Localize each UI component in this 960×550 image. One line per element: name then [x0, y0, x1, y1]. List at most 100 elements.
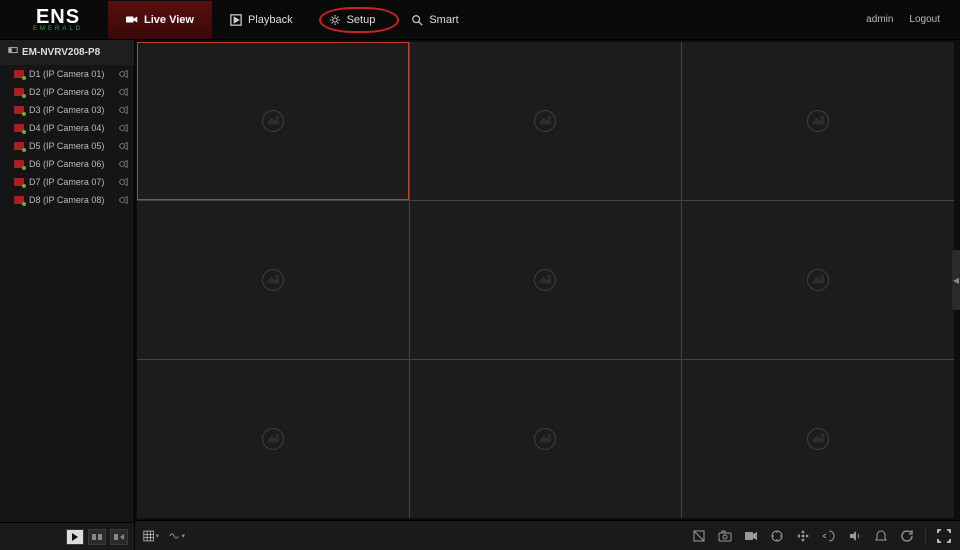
video-cell[interactable]	[682, 360, 954, 518]
toolbar-left: ▾ ▾	[143, 528, 185, 544]
layout-grid-button[interactable]: ▾	[143, 528, 159, 544]
watermark-icon	[804, 266, 832, 294]
play-square-icon	[230, 14, 242, 26]
separator	[925, 528, 926, 544]
brand-logo: ENS EMERALD	[8, 8, 108, 32]
camera-icon	[126, 14, 138, 26]
watermark-icon	[531, 425, 559, 453]
zoom-button[interactable]	[795, 528, 811, 544]
refresh-button[interactable]	[899, 528, 915, 544]
nav-live-view[interactable]: Live View	[108, 1, 212, 39]
channel-item[interactable]: D1 (IP Camera 01)	[0, 65, 134, 83]
camera-status-icon	[14, 124, 24, 132]
gear-icon	[329, 14, 341, 26]
channel-item[interactable]: D2 (IP Camera 02)	[0, 83, 134, 101]
expand-panel-tab[interactable]: ◀	[952, 250, 960, 310]
device-icon	[8, 46, 18, 59]
nav-label: Live View	[144, 14, 194, 26]
main-area: ◀ ▾ ▾	[135, 40, 960, 550]
channel-item[interactable]: D7 (IP Camera 07)	[0, 173, 134, 191]
nav-playback[interactable]: Playback	[212, 1, 311, 39]
nav-label: Smart	[429, 14, 458, 26]
stream-sub-button[interactable]	[88, 529, 106, 545]
video-cell[interactable]	[137, 360, 409, 518]
video-cell[interactable]	[410, 360, 682, 518]
camera-status-icon	[14, 70, 24, 78]
sidebar: EM-NVRV208-P8 D1 (IP Camera 01) D2 (IP Ca…	[0, 40, 135, 550]
channel-label: D5 (IP Camera 05)	[29, 141, 113, 151]
channel-item[interactable]: D8 (IP Camera 08)	[0, 191, 134, 209]
magnify-icon	[411, 14, 423, 26]
play-all-button[interactable]	[66, 529, 84, 545]
camera-status-icon	[14, 196, 24, 204]
channel-label: D2 (IP Camera 02)	[29, 87, 113, 97]
channel-item[interactable]: D3 (IP Camera 03)	[0, 101, 134, 119]
channel-item[interactable]: D6 (IP Camera 06)	[0, 155, 134, 173]
camera-status-icon	[14, 88, 24, 96]
stream-toggle-button[interactable]: ▾	[169, 528, 185, 544]
video-cell[interactable]	[682, 201, 954, 359]
record-button[interactable]	[743, 528, 759, 544]
watermark-icon	[531, 107, 559, 135]
video-grid	[137, 42, 954, 518]
channel-label: D7 (IP Camera 07)	[29, 177, 113, 187]
device-header[interactable]: EM-NVRV208-P8	[0, 40, 134, 65]
watermark-icon	[804, 425, 832, 453]
brand-sub: EMERALD	[33, 26, 83, 32]
camera-status-icon	[14, 160, 24, 168]
watermark-icon	[259, 266, 287, 294]
video-cell[interactable]	[137, 201, 409, 359]
toolbar-right	[691, 528, 952, 544]
record-indicator-icon	[118, 87, 128, 97]
nav-label: Playback	[248, 14, 293, 26]
channel-label: D6 (IP Camera 06)	[29, 159, 113, 169]
channel-label: D1 (IP Camera 01)	[29, 69, 113, 79]
snapshot-button[interactable]	[717, 528, 733, 544]
record-indicator-icon	[118, 123, 128, 133]
watermark-icon	[531, 266, 559, 294]
camera-status-icon	[14, 106, 24, 114]
bottom-toolbar: ▾ ▾	[135, 520, 960, 550]
channel-item[interactable]: D5 (IP Camera 05)	[0, 137, 134, 155]
channel-label: D3 (IP Camera 03)	[29, 105, 113, 115]
nav-setup[interactable]: Setup	[311, 1, 394, 39]
logout-link[interactable]: Logout	[909, 14, 940, 25]
record-indicator-icon	[118, 69, 128, 79]
watermark-icon	[259, 425, 287, 453]
nav-smart[interactable]: Smart	[393, 1, 476, 39]
channel-label: D4 (IP Camera 04)	[29, 123, 113, 133]
video-cell[interactable]	[410, 42, 682, 200]
sidebar-footer	[0, 522, 134, 550]
record-indicator-icon	[118, 195, 128, 205]
user-name[interactable]: admin	[866, 14, 893, 25]
channel-item[interactable]: D4 (IP Camera 04)	[0, 119, 134, 137]
device-name: EM-NVRV208-P8	[22, 47, 100, 58]
top-bar: ENS EMERALD Live View Playback Setup	[0, 0, 960, 40]
watermark-icon	[259, 107, 287, 135]
main-nav: Live View Playback Setup Smart	[108, 0, 477, 39]
nav-label: Setup	[347, 14, 376, 26]
grid-wrap: ◀	[135, 40, 960, 520]
ptz-button[interactable]	[769, 528, 785, 544]
video-cell[interactable]	[137, 42, 409, 200]
channel-label: D8 (IP Camera 08)	[29, 195, 113, 205]
stop-all-button[interactable]	[691, 528, 707, 544]
camera-status-icon	[14, 142, 24, 150]
channel-list: D1 (IP Camera 01) D2 (IP Camera 02) D3 (IP…	[0, 65, 134, 522]
fullscreen-button[interactable]	[936, 528, 952, 544]
alarm-button[interactable]	[873, 528, 889, 544]
record-indicator-icon	[118, 159, 128, 169]
audio-talk-button[interactable]	[821, 528, 837, 544]
volume-button[interactable]	[847, 528, 863, 544]
video-cell[interactable]	[410, 201, 682, 359]
camera-status-icon	[14, 178, 24, 186]
body: EM-NVRV208-P8 D1 (IP Camera 01) D2 (IP Ca…	[0, 40, 960, 550]
record-indicator-icon	[118, 141, 128, 151]
brand-name: ENS	[36, 8, 80, 26]
record-indicator-icon	[118, 177, 128, 187]
stream-main-button[interactable]	[110, 529, 128, 545]
record-indicator-icon	[118, 105, 128, 115]
top-right: admin Logout	[866, 14, 952, 25]
video-cell[interactable]	[682, 42, 954, 200]
watermark-icon	[804, 107, 832, 135]
